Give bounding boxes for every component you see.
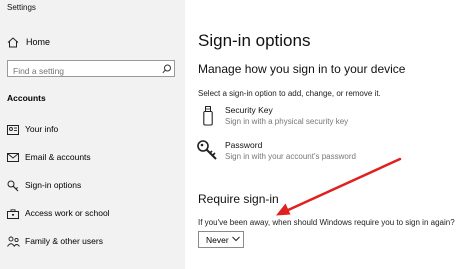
annotation-arrow	[276, 157, 402, 216]
